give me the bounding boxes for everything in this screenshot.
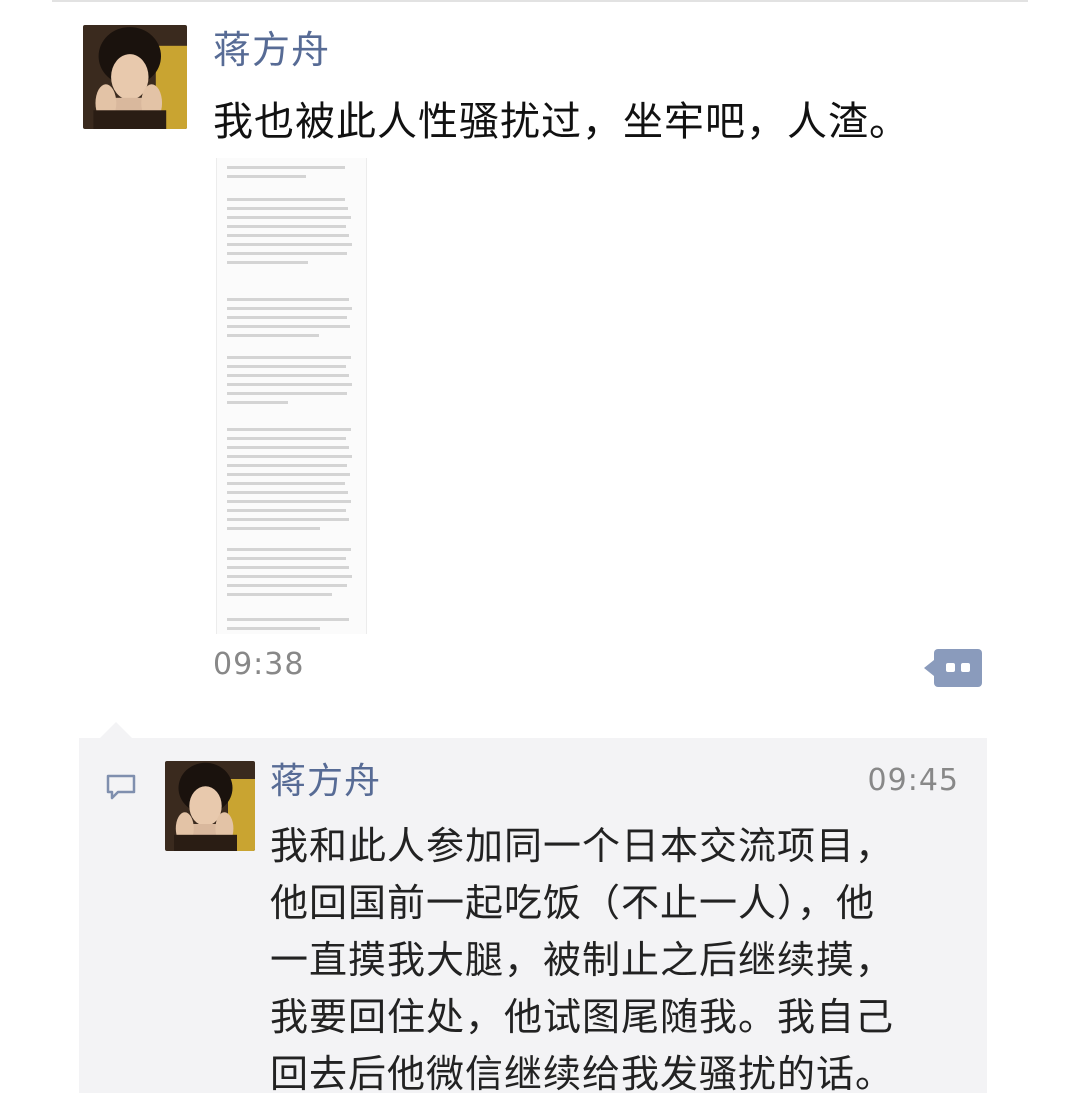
document-text-line [227,307,352,310]
comment-line: 我和此人参加同一个日本交流项目， [270,824,895,868]
document-text-line [227,334,319,337]
comment-author-avatar[interactable] [165,761,255,851]
moment-post: 蒋方舟 我也被此人性骚扰过，坐牢吧，人渣。 09:38 [0,0,1079,740]
dot-icon [946,663,955,672]
document-text-line [227,593,332,596]
comment-author-name[interactable]: 蒋方舟 [270,760,381,803]
document-text-line [227,392,347,395]
document-text-line [227,216,351,219]
document-text-line [227,500,351,503]
post-time: 09:38 [213,647,305,682]
post-author-avatar[interactable] [83,25,187,129]
document-text-line [227,207,348,210]
document-text-line [227,473,350,476]
dot-icon [961,663,970,672]
document-text-line [227,566,349,569]
document-text-line [227,527,320,530]
document-text-line [227,316,347,319]
post-text: 我也被此人性骚扰过，坐牢吧，人渣。 [213,99,910,145]
document-text-line [227,482,345,485]
avatar-photo [165,761,255,851]
document-text-line [227,518,349,521]
document-text-line [227,175,306,178]
document-text-line [227,464,347,467]
document-text-line [227,225,346,228]
document-text-line [227,234,349,237]
document-text-line [227,428,351,431]
comments-caret [100,722,132,738]
comment-time: 09:45 [867,763,959,798]
comment-line: 一直摸我大腿，被制止之后继续摸， [270,938,895,982]
document-text-line [227,491,348,494]
document-text-line [227,261,308,264]
comment-text[interactable]: 我和此人参加同一个日本交流项目， 他回国前一起吃饭（不止一人），他 一直摸我大腿… [270,818,970,1103]
document-text-line [227,437,346,440]
document-text-line [227,356,351,359]
document-text-line [227,557,346,560]
document-text-line [227,575,352,578]
more-dots-icon[interactable] [924,649,982,687]
document-text-line [227,383,352,386]
document-text-line [227,618,349,621]
comment-line: 他回国前一起吃饭（不止一人），他 [270,881,876,925]
document-text-line [227,166,345,169]
post-author-name[interactable]: 蒋方舟 [213,28,330,74]
avatar-photo [83,25,187,129]
document-text-line [227,455,352,458]
document-text-line [227,627,320,630]
document-text-line [227,243,352,246]
document-text-line [227,365,346,368]
document-text-line [227,548,351,551]
document-text-line [227,446,349,449]
document-text-line [227,298,349,301]
document-text-line [227,325,350,328]
document-text-line [227,401,288,404]
document-text-line [227,584,347,587]
comment-line: 回去后他微信继续给我发骚扰的话。 [270,1052,895,1096]
document-thumbnail [227,166,352,630]
document-text-line [227,252,347,255]
document-text-line [227,374,349,377]
post-image-screenshot[interactable] [216,158,367,634]
comment-bubble-icon [106,774,136,800]
document-text-line [227,198,345,201]
comment-line: 我要回住处，他试图尾随我。我自己 [270,995,895,1039]
document-text-line [227,509,346,512]
